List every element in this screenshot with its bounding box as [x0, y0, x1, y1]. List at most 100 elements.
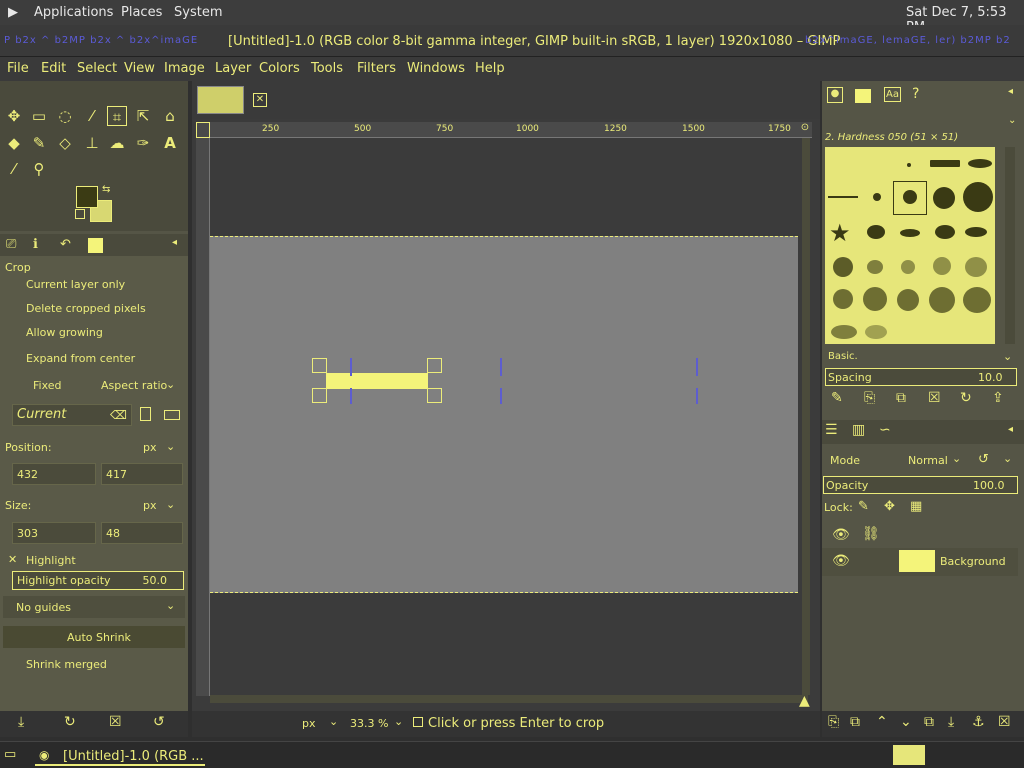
bucket-fill-icon[interactable]: ◆ — [4, 133, 24, 153]
eraser-icon[interactable]: ◇ — [55, 133, 75, 153]
brush-item[interactable] — [865, 325, 887, 339]
lock-pixels-icon[interactable]: ✎ — [858, 499, 869, 514]
quick-mask-icon[interactable] — [196, 122, 210, 138]
warp-icon[interactable]: ⌂ — [160, 106, 180, 126]
crop-handle-top-left[interactable] — [312, 358, 327, 373]
menu-tools[interactable]: Tools — [311, 61, 343, 76]
brushes-menu-icon[interactable]: ◂ — [1008, 86, 1013, 97]
foreground-color-swatch[interactable] — [76, 186, 98, 208]
brush-item[interactable] — [900, 229, 920, 237]
menu-select[interactable]: Select — [77, 61, 117, 76]
auto-shrink-button[interactable]: Auto Shrink — [3, 626, 185, 648]
delete-cropped-checkbox[interactable]: Delete cropped pixels — [26, 302, 146, 315]
size-h-input[interactable]: 48 — [101, 522, 183, 544]
brush-item[interactable] — [833, 289, 853, 309]
brush-item[interactable]: ★ — [829, 219, 851, 247]
guides-select[interactable]: No guides ⌄ — [3, 596, 185, 618]
menu-layer[interactable]: Layer — [215, 61, 251, 76]
vertical-scrollbar[interactable] — [802, 138, 810, 695]
eye-icon[interactable]: 👁 — [832, 527, 850, 543]
raise-layer-icon[interactable]: ⌃ — [876, 714, 888, 730]
path-icon[interactable]: ✑ — [133, 133, 153, 153]
menu-system[interactable]: System — [174, 5, 222, 20]
delete-brush-icon[interactable]: ☒ — [928, 390, 941, 406]
current-layer-only-checkbox[interactable]: Current layer only — [26, 278, 125, 291]
brush-item[interactable] — [873, 193, 881, 201]
brush-item[interactable] — [933, 257, 951, 275]
lasso-icon[interactable]: ◌ — [55, 106, 75, 126]
delete-layer-icon[interactable]: ☒ — [998, 714, 1011, 730]
brush-item[interactable] — [863, 287, 887, 311]
brush-item[interactable] — [831, 325, 857, 339]
text-tool-icon[interactable]: A — [160, 133, 180, 153]
fonts-tab-icon[interactable]: Aa — [884, 87, 901, 102]
mode-chevron-icon[interactable]: ⌄ — [952, 452, 961, 465]
menu-view[interactable]: View — [124, 61, 155, 76]
workspace-switcher[interactable] — [893, 745, 925, 765]
device-status-tab-icon[interactable]: ℹ — [33, 237, 38, 252]
menu-windows[interactable]: Windows — [407, 61, 465, 76]
brush-export-icon[interactable]: ⇪ — [992, 390, 1004, 406]
highlight-opacity-slider[interactable]: Highlight opacity 50.0 — [12, 571, 184, 590]
aspect-ratio-select[interactable]: Aspect ratio — [101, 379, 167, 392]
color-picker-icon[interactable]: ⁄ — [4, 159, 24, 179]
menu-help[interactable]: Help — [475, 61, 505, 76]
size-w-input[interactable]: 303 — [12, 522, 96, 544]
menu-applications[interactable]: Applications — [34, 5, 113, 20]
brush-item[interactable] — [833, 257, 853, 277]
position-unit-chevron-icon[interactable]: ⌄ — [166, 440, 175, 453]
new-layer-icon[interactable]: ⎘ — [828, 714, 839, 730]
tool-options-tab-icon[interactable]: ⎚ — [6, 237, 16, 252]
image-tab-thumbnail[interactable] — [197, 86, 244, 114]
brushes-scrollbar[interactable] — [1005, 147, 1015, 344]
undo-history-tab-icon[interactable]: ↶ — [60, 237, 71, 252]
zoom-select[interactable]: 33.3 % — [350, 717, 388, 730]
help-tab-icon[interactable]: ? — [912, 86, 919, 102]
brush-item[interactable] — [867, 225, 885, 239]
allow-growing-checkbox[interactable]: Allow growing — [26, 326, 103, 339]
menu-image[interactable]: Image — [164, 61, 205, 76]
swap-colors-icon[interactable]: ⇆ — [102, 184, 110, 195]
layer-visibility-eye-icon[interactable]: 👁 — [832, 553, 850, 569]
highlight-checkbox[interactable]: Highlight — [26, 554, 76, 567]
brush-item[interactable] — [867, 260, 883, 274]
highlight-check-icon[interactable]: ✕ — [8, 553, 17, 566]
brush-item[interactable] — [901, 260, 915, 274]
brush-category-select[interactable]: Basic. ⌄ — [825, 350, 1015, 366]
brush-item[interactable] — [965, 257, 987, 277]
paintbrush-icon[interactable]: ✎ — [29, 133, 49, 153]
shrink-merged-checkbox[interactable]: Shrink merged — [26, 658, 107, 671]
unit-chevron-icon[interactable]: ⌄ — [329, 715, 338, 728]
paths-tab-icon[interactable]: ∽ — [879, 422, 891, 438]
image-canvas[interactable] — [210, 236, 798, 593]
mode-select[interactable]: Normal — [908, 454, 948, 467]
position-y-input[interactable]: 417 — [101, 463, 183, 485]
crop-handle-bottom-left[interactable] — [312, 388, 327, 403]
brush-item[interactable] — [965, 227, 987, 237]
crop-handle-bottom-right[interactable] — [427, 388, 442, 403]
clone-icon[interactable]: ⊥ — [82, 133, 102, 153]
brush-item[interactable] — [968, 159, 992, 168]
lock-position-icon[interactable]: ✥ — [884, 499, 895, 514]
layer-opacity-slider[interactable]: Opacity 100.0 — [823, 476, 1018, 494]
images-tab-icon[interactable] — [88, 238, 103, 253]
layer-thumbnail[interactable] — [899, 550, 935, 572]
rect-select-icon[interactable]: ▭ — [29, 106, 49, 126]
landscape-icon[interactable] — [164, 410, 180, 420]
zoom-follow-icon[interactable]: ⊙ — [798, 122, 812, 138]
brush-item[interactable] — [930, 160, 960, 167]
duplicate-layer-icon[interactable]: ⧉ — [924, 714, 934, 730]
chain-icon[interactable]: ⛓ — [862, 526, 880, 542]
refresh-brushes-icon[interactable]: ↻ — [960, 390, 972, 406]
restore-options-icon[interactable]: ↻ — [64, 714, 76, 730]
horizontal-ruler[interactable]: 250 500 750 1000 1250 1500 1750 — [196, 122, 812, 138]
layers-menu-icon[interactable]: ◂ — [1008, 424, 1013, 435]
unit-select[interactable]: px — [302, 717, 316, 730]
panel-menu-icon[interactable]: ◂ — [172, 237, 177, 248]
new-brush-icon[interactable]: ⎘ — [864, 390, 875, 406]
edit-brush-icon[interactable]: ✎ — [831, 390, 843, 406]
merge-layer-icon[interactable]: ⤓ — [948, 714, 954, 730]
zoom-icon[interactable]: ⚲ — [29, 159, 49, 179]
brush-item[interactable] — [828, 196, 858, 198]
duplicate-brush-icon[interactable]: ⧉ — [896, 390, 906, 406]
